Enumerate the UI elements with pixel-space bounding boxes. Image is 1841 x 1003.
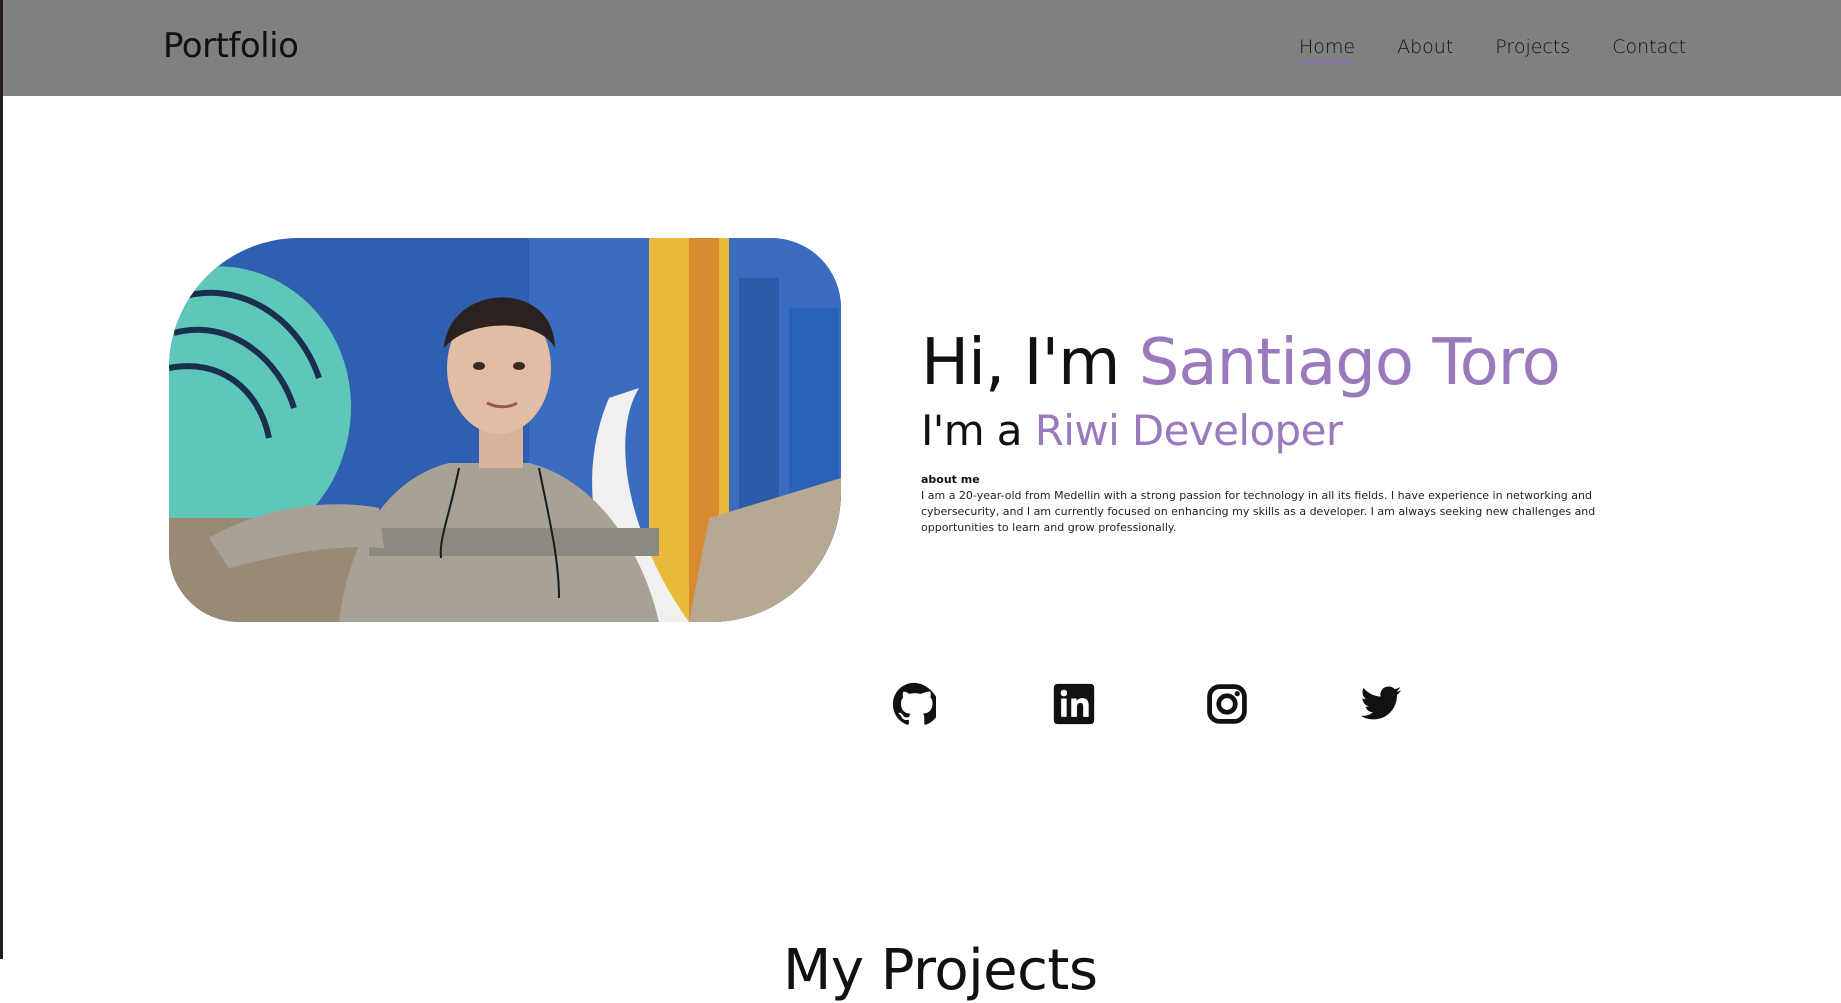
hero-greeting: Hi, I'm Santiago Toro: [921, 325, 1641, 401]
about-text: I am a 20-year-old from Medellin with a …: [921, 489, 1596, 534]
hero-intro: Hi, I'm Santiago Toro I'm a Riwi Develop…: [921, 325, 1641, 536]
instagram-icon[interactable]: [1205, 682, 1249, 726]
role-title: Riwi Developer: [1034, 406, 1343, 455]
github-icon[interactable]: [892, 682, 936, 726]
greeting-prefix: Hi, I'm: [921, 326, 1139, 400]
twitter-icon[interactable]: [1359, 682, 1403, 726]
about-label: about me: [921, 473, 980, 486]
hero-role: I'm a Riwi Developer: [921, 403, 1641, 459]
nav-link-contact[interactable]: Contact: [1612, 36, 1686, 62]
linkedin-icon[interactable]: [1052, 682, 1096, 726]
nav-link-about[interactable]: About: [1397, 36, 1453, 62]
nav-link-projects[interactable]: Projects: [1495, 36, 1570, 62]
nav-links: Home About Projects Contact: [1299, 36, 1686, 62]
nav-link-home[interactable]: Home: [1299, 36, 1356, 62]
hero-name: Santiago Toro: [1138, 326, 1561, 400]
top-navbar: Portfolio Home About Projects Contact: [3, 0, 1841, 96]
profile-photo: [169, 238, 841, 622]
site-logo[interactable]: Portfolio: [163, 26, 299, 66]
window-edge: [0, 0, 3, 959]
role-prefix: I'm a: [921, 406, 1035, 455]
projects-heading: My Projects: [783, 938, 1098, 1003]
